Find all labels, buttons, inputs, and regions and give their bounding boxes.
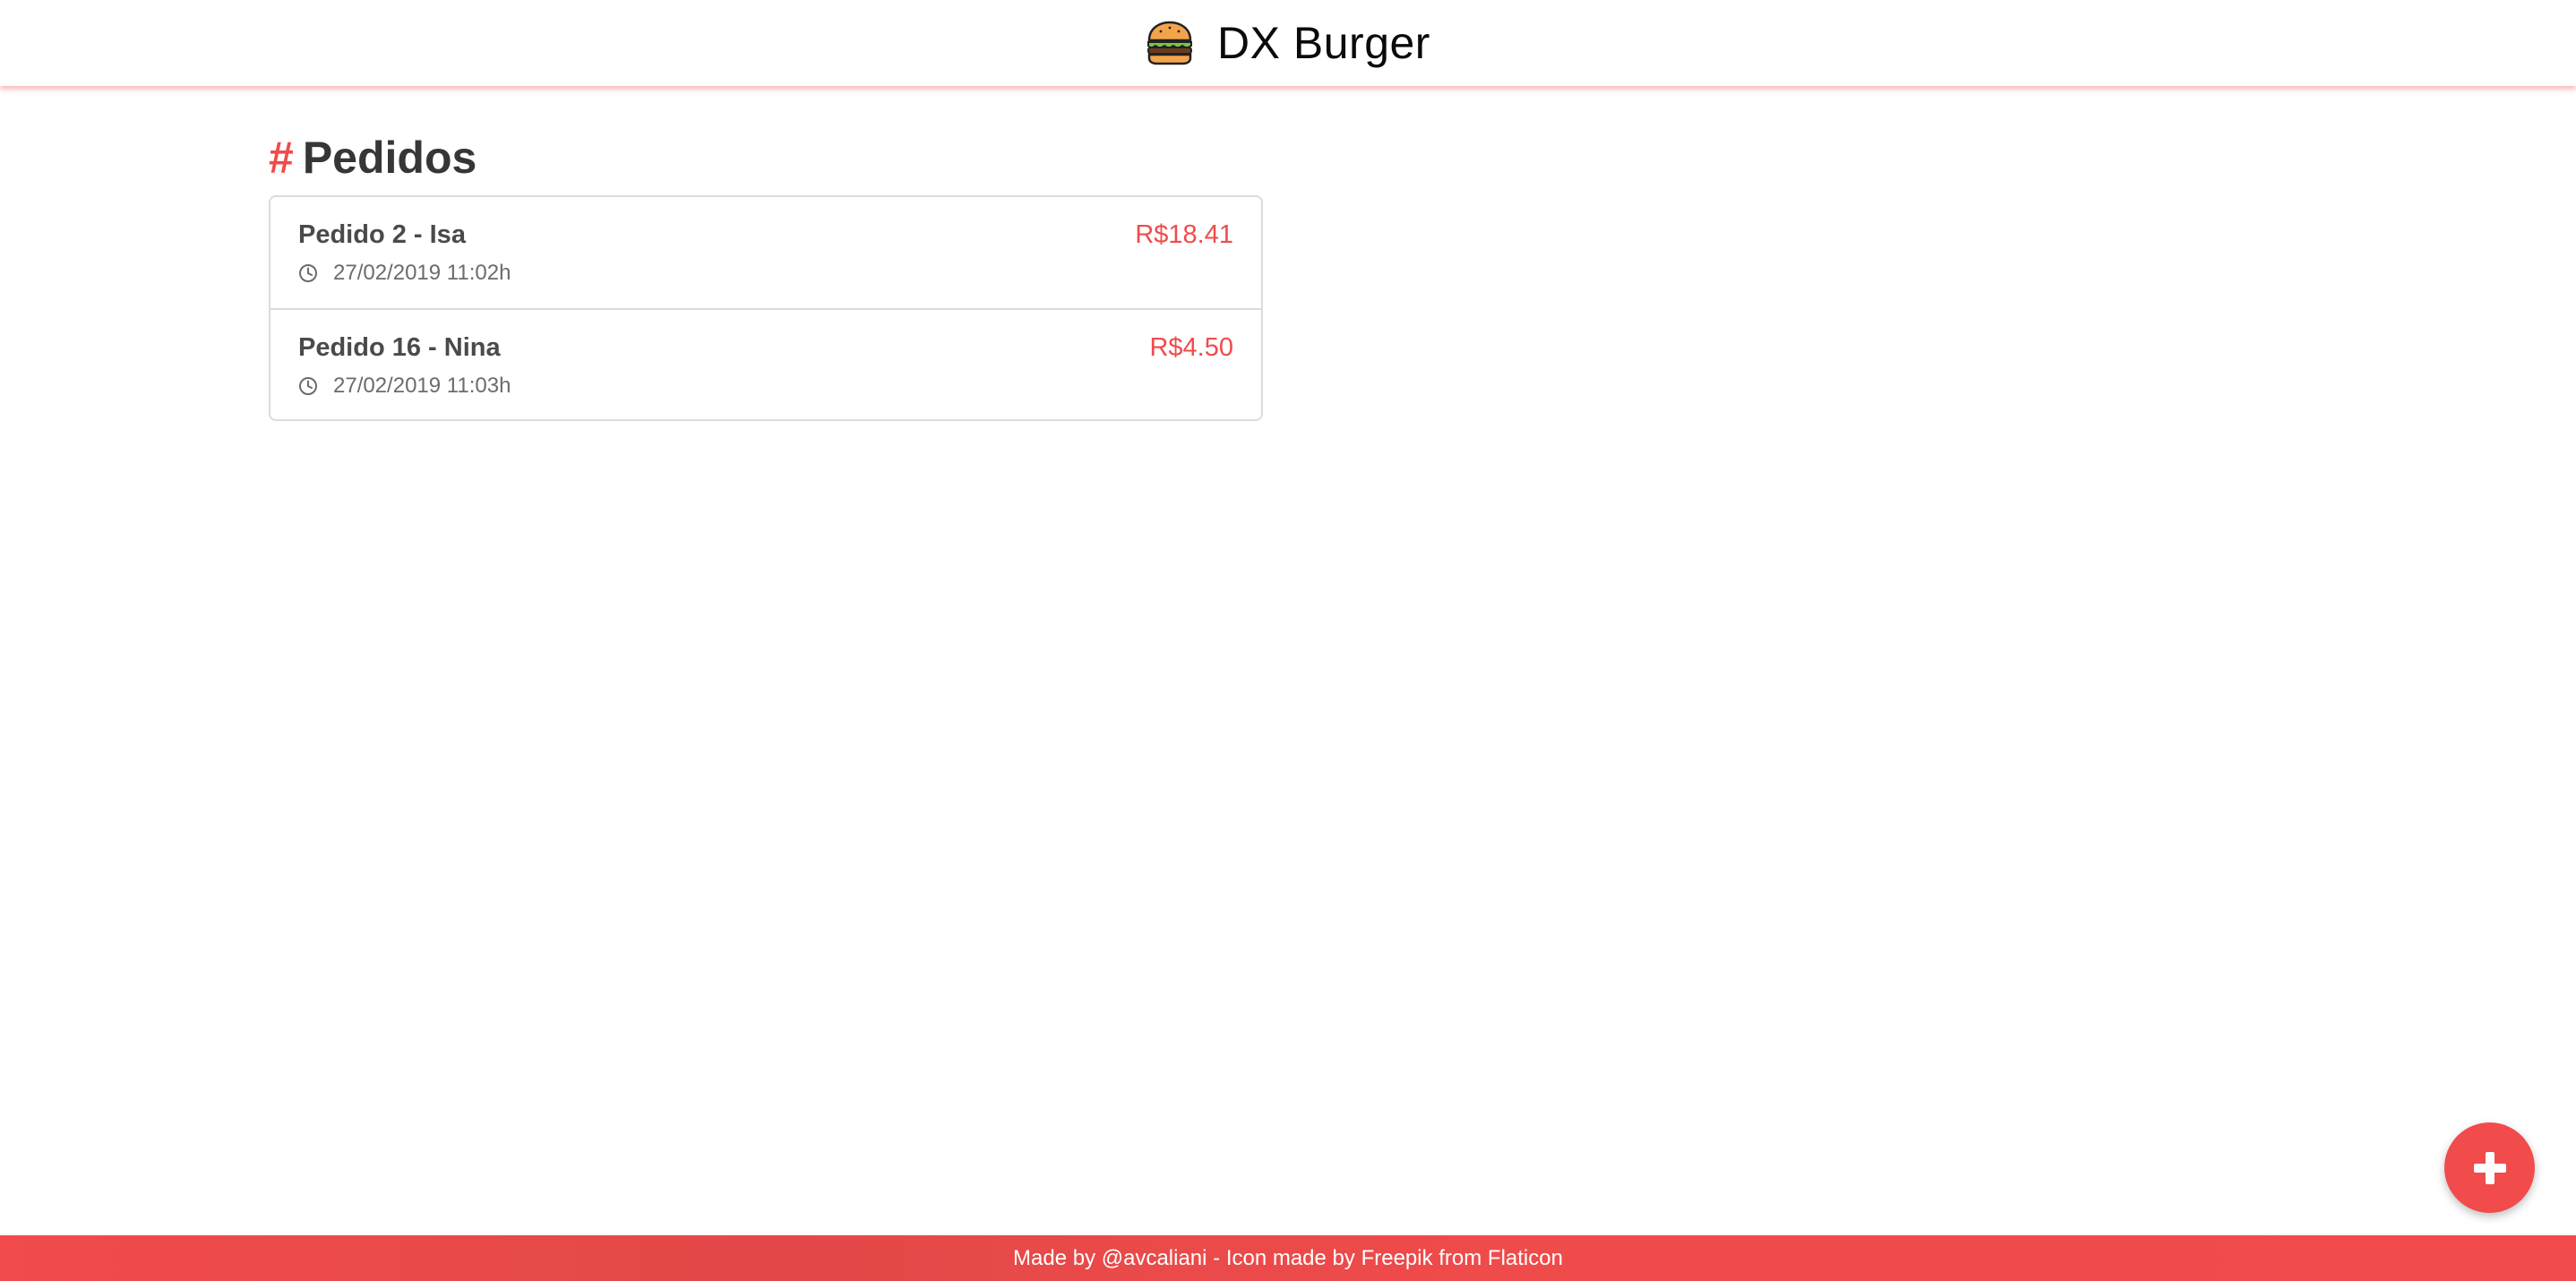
order-time-text: 27/02/2019 11:03h: [333, 374, 511, 398]
page-title: # Pedidos: [269, 125, 1263, 190]
order-item[interactable]: Pedido 2 - Isa R$18.41 27/02/2019 11:02h: [270, 197, 1261, 308]
add-order-button[interactable]: [2444, 1122, 2535, 1213]
brand[interactable]: DX Burger: [1146, 17, 1430, 69]
order-time: 27/02/2019 11:03h: [298, 373, 1233, 400]
main-content: # Pedidos Pedido 2 - Isa R$18.41 27/02/20…: [269, 125, 1263, 421]
page-title-text: Pedidos: [302, 133, 477, 183]
order-price: R$18.41: [1135, 220, 1233, 249]
order-title: Pedido 2 - Isa: [298, 220, 466, 249]
order-time: 27/02/2019 11:02h: [298, 260, 1233, 287]
top-navbar: DX Burger: [0, 0, 2576, 86]
app-name: DX Burger: [1217, 18, 1430, 68]
order-time-text: 27/02/2019 11:02h: [333, 261, 511, 285]
order-item[interactable]: Pedido 16 - Nina R$4.50 27/02/2019 11:03…: [270, 308, 1261, 419]
plus-icon: [2473, 1151, 2506, 1184]
orders-list: Pedido 2 - Isa R$18.41 27/02/2019 11:02h…: [269, 195, 1263, 421]
clock-icon: [299, 264, 317, 282]
order-price: R$4.50: [1149, 333, 1233, 362]
title-hash: #: [269, 133, 294, 183]
clock-icon: [299, 377, 317, 395]
burger-icon: [1147, 21, 1193, 65]
footer: Made by @avcaliani - Icon made by Freepi…: [0, 1235, 2576, 1281]
order-title: Pedido 16 - Nina: [298, 333, 501, 362]
footer-credits: Made by @avcaliani - Icon made by Freepi…: [1013, 1245, 1563, 1270]
